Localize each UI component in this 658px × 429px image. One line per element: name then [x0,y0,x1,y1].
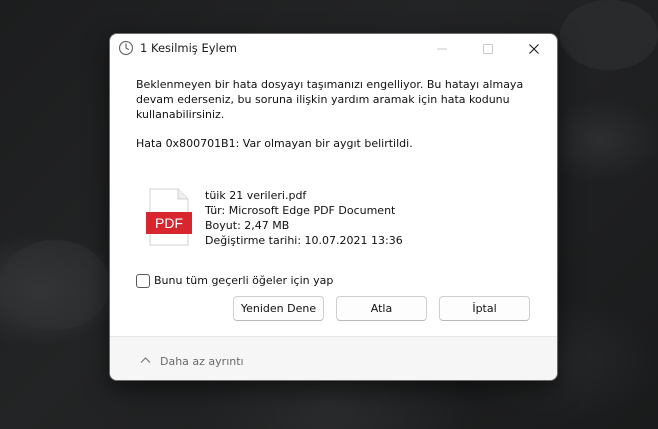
interrupted-action-dialog: 1 Kesilmiş Eylem Beklenmeyen bir hata do… [109,33,558,381]
title-bar[interactable]: 1 Kesilmiş Eylem [110,34,557,64]
pdf-file-icon: PDF [146,188,192,246]
retry-button[interactable]: Yeniden Dene [233,296,324,321]
minimize-icon [437,48,447,50]
skip-button[interactable]: Atla [336,296,427,321]
clock-icon [118,40,134,56]
dialog-footer: Daha az ayrıntı [110,337,557,380]
error-message: Beklenmeyen bir hata dosyayı taşımanızı … [136,77,526,122]
chevron-up-icon [140,357,151,363]
maximize-button[interactable] [465,34,511,64]
window-title: 1 Kesilmiş Eylem [140,41,237,55]
background-shape [560,0,658,70]
file-size: Boyut: 2,47 MB [205,219,290,232]
pdf-icon-label: PDF [155,215,183,231]
message-line: kullanabilirsiniz. [136,108,225,121]
apply-all-label[interactable]: Bunu tüm geçerli öğeler için yap [154,274,333,287]
file-details: tüik 21 verileri.pdf Tür: Microsoft Edge… [205,188,403,248]
minimize-button[interactable] [419,34,465,64]
close-icon [529,44,539,54]
close-button[interactable] [511,34,557,64]
maximize-icon [483,44,493,54]
file-name: tüik 21 verileri.pdf [205,189,307,202]
less-details-label[interactable]: Daha az ayrıntı [160,355,244,368]
message-line: devam ederseniz, bu soruna ilişkin yardı… [136,93,510,106]
apply-all-checkbox[interactable] [136,274,150,288]
cancel-button[interactable]: İptal [439,296,530,321]
background-shape [0,240,110,330]
message-line: Beklenmeyen bir hata dosyayı taşımanızı … [136,78,524,91]
file-type: Tür: Microsoft Edge PDF Document [205,204,396,217]
file-modified: Değiştirme tarihi: 10.07.2021 13:36 [205,234,403,247]
error-code: Hata 0x800701B1: Var olmayan bir aygıt b… [136,137,413,150]
